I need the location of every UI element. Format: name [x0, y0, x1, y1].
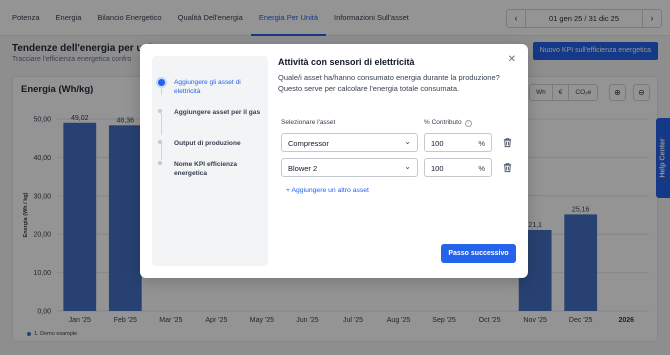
info-icon[interactable]: i: [464, 120, 472, 127]
step-connector: [161, 142, 162, 160]
step-gas-assets[interactable]: Aggiungere asset per il gas: [158, 108, 264, 117]
asset-select-value: Blower 2: [288, 164, 318, 173]
contribution-header-label: % Contributo: [424, 119, 462, 126]
chevron-down-icon: ⌄: [404, 137, 411, 146]
step-indicator: [158, 109, 162, 113]
close-icon[interactable]: ✕: [508, 54, 516, 65]
trash-icon[interactable]: [502, 137, 513, 148]
step-production-output[interactable]: Output di produzione: [158, 139, 264, 148]
contribution-value: 100: [431, 139, 444, 148]
step-indicator: [158, 140, 162, 144]
contribution-input[interactable]: 100 %: [424, 158, 492, 177]
next-step-button[interactable]: Passo successivo: [441, 244, 516, 263]
step-indicator: [158, 161, 162, 165]
trash-icon[interactable]: [502, 162, 513, 173]
step-label: Nome KPI efficienza energetica: [174, 161, 238, 177]
step-label: Aggiungere asset per il gas: [174, 109, 261, 116]
asset-column-header: Selezionare l'asset: [281, 119, 336, 126]
step-label: Output di produzione: [174, 140, 241, 147]
modal-title: Attività con sensori di elettricità: [278, 57, 415, 67]
chevron-down-icon: ⌄: [404, 162, 411, 171]
step-label: Aggiungere gli asset di elettricità: [174, 79, 241, 95]
asset-select[interactable]: Compressor ⌄: [281, 133, 418, 152]
kpi-wizard-modal: Aggiungere gli asset di elettricità Aggi…: [140, 44, 528, 278]
step-electricity-assets[interactable]: Aggiungere gli asset di elettricità: [156, 77, 264, 96]
step-active-indicator: [156, 77, 167, 88]
percent-unit: %: [478, 164, 485, 173]
add-asset-link[interactable]: + Aggiungere un altro asset: [286, 187, 369, 194]
percent-unit: %: [478, 139, 485, 148]
asset-select-value: Compressor: [288, 139, 329, 148]
contribution-value: 100: [431, 164, 444, 173]
contribution-input[interactable]: 100 %: [424, 133, 492, 152]
modal-description: Quale/i asset ha/hanno consumato energia…: [278, 73, 500, 93]
contribution-column-header: % Contributo i: [424, 119, 472, 127]
asset-select[interactable]: Blower 2 ⌄: [281, 158, 418, 177]
step-connector: [161, 113, 162, 135]
step-kpi-name[interactable]: Nome KPI efficienza energetica: [158, 160, 264, 178]
wizard-stepper: Aggiungere gli asset di elettricità Aggi…: [152, 56, 268, 266]
